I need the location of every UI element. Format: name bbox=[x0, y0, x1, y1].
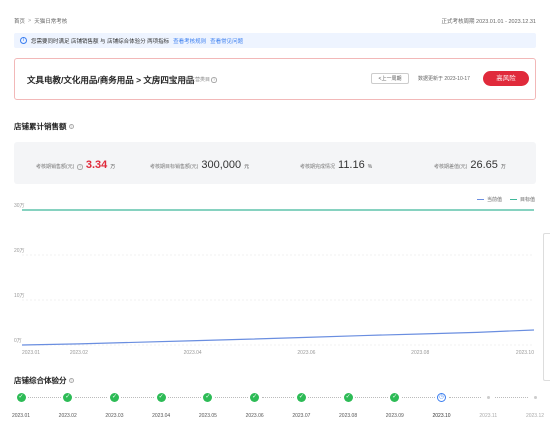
timeline-month-2023.01[interactable]: ✓ 2023.01 bbox=[1, 393, 41, 419]
legend-swatch bbox=[477, 198, 484, 201]
timeline-month-2023.02[interactable]: ✓ 2023.02 bbox=[48, 393, 88, 419]
timeline-month-label: 2023.05 bbox=[198, 413, 217, 419]
check-icon: ✓ bbox=[156, 393, 166, 402]
timeline-month-label: 2023.06 bbox=[245, 413, 264, 419]
category-card: 文具电教/文化用品/商务用品 > 文房四宝用品 考核主营类目 ? <上一周期 数… bbox=[14, 58, 536, 100]
update-time: 数据更新于 2023-10-17 bbox=[418, 76, 470, 82]
x-tick-label: 2023.04 bbox=[184, 350, 202, 356]
breadcrumb-separator: > bbox=[28, 18, 32, 24]
help-icon[interactable]: ? bbox=[77, 164, 83, 170]
pending-dot-icon bbox=[533, 396, 537, 399]
help-icon[interactable]: ? bbox=[68, 123, 74, 130]
y-tick-label: 30万 bbox=[14, 203, 25, 209]
stat-unit: 万 bbox=[500, 164, 506, 170]
y-tick-label: 10万 bbox=[14, 293, 25, 299]
category-path: 文具电教/文化用品/商务用品 > 文房四宝用品 bbox=[27, 75, 195, 85]
pending-dot-icon bbox=[486, 396, 490, 399]
stat-value: 26.65 bbox=[470, 159, 498, 171]
stat-sales: 考核期销售额(元) ? 3.34 万 bbox=[36, 159, 115, 171]
clock-icon: ◷ bbox=[437, 393, 447, 402]
breadcrumb-current: 天猫日常考核 bbox=[34, 19, 68, 25]
notice-text: 您需要同时满足 店铺销售额 与 店铺综合体验分 两项指标 bbox=[31, 38, 170, 45]
timeline-month-2023.12[interactable]: 2023.12 bbox=[515, 393, 550, 419]
timeline-month-label: 2023.01 bbox=[11, 413, 31, 419]
x-tick-label: 2023.01 bbox=[22, 350, 40, 356]
series-line-current bbox=[21, 329, 535, 346]
stat-label: 考核期差值(元) bbox=[434, 164, 468, 170]
top-bar: 首页 > 天猫日常考核 正式考核周期 2023.01.01 - 2023.12.… bbox=[14, 17, 536, 29]
stat-unit: 元 bbox=[244, 164, 250, 170]
timeline-month-label: 2023.07 bbox=[292, 413, 311, 419]
stat-unit: 万 bbox=[110, 164, 116, 170]
check-icon: ✓ bbox=[109, 393, 119, 402]
x-tick-label: 2023.06 bbox=[297, 350, 315, 356]
timeline-month-2023.05[interactable]: ✓ 2023.05 bbox=[188, 393, 228, 419]
timeline-month-2023.09[interactable]: ✓ 2023.09 bbox=[375, 393, 415, 419]
breadcrumb: 首页 > 天猫日常考核 bbox=[14, 17, 67, 25]
timeline-month-2023.06[interactable]: ✓ 2023.06 bbox=[235, 393, 275, 419]
stat-value: 3.34 bbox=[85, 159, 108, 171]
timeline-month-label: 2023.08 bbox=[339, 413, 358, 419]
breadcrumb-home[interactable]: 首页 bbox=[14, 17, 25, 25]
score-section-title: 店铺综合体验分 ? bbox=[14, 375, 74, 386]
timeline-month-label: 2023.10 bbox=[432, 413, 451, 419]
rules-link[interactable]: 查看考核规则 bbox=[173, 37, 206, 45]
faq-link[interactable]: 查看常见问题 bbox=[210, 37, 243, 45]
sales-section-title: 店铺累计销售额 ? bbox=[14, 121, 74, 132]
legend-swatch bbox=[510, 198, 517, 201]
assessment-period: 正式考核周期 2023.01.01 - 2023.12.31 bbox=[441, 19, 536, 25]
check-icon: ✓ bbox=[250, 393, 260, 402]
timeline-month-label: 2023.03 bbox=[105, 413, 124, 419]
check-icon: ✓ bbox=[343, 393, 353, 402]
y-tick-label: 0万 bbox=[14, 338, 22, 344]
sales-stats-panel: 考核期销售额(元) ? 3.34 万 考核期目标销售额(元) 300,000 元… bbox=[14, 142, 536, 184]
x-tick-label: 2023.10 bbox=[516, 350, 534, 356]
timeline-month-label: 2023.02 bbox=[58, 413, 77, 419]
info-icon: i bbox=[20, 37, 27, 44]
check-icon: ✓ bbox=[296, 393, 306, 402]
check-icon: ✓ bbox=[203, 393, 213, 402]
stat-value: 300,000 bbox=[201, 159, 242, 171]
stat-unit: % bbox=[367, 164, 373, 170]
stat-completion: 考核期完成情况 11.16 % bbox=[300, 159, 372, 171]
page: 首页 > 天猫日常考核 正式考核周期 2023.01.01 - 2023.12.… bbox=[0, 0, 550, 431]
timeline-month-2023.07[interactable]: ✓ 2023.07 bbox=[281, 393, 321, 419]
y-tick-label: 20万 bbox=[14, 248, 25, 254]
side-panel-tab[interactable] bbox=[543, 233, 550, 381]
timeline-month-label: 2023.11 bbox=[479, 413, 498, 419]
check-icon: ✓ bbox=[16, 393, 26, 402]
score-title-text: 店铺综合体验分 bbox=[14, 376, 67, 385]
timeline-month-2023.10[interactable]: ◷ 2023.10 bbox=[422, 393, 462, 419]
timeline-month-2023.03[interactable]: ✓ 2023.03 bbox=[94, 393, 134, 419]
check-icon: ✓ bbox=[63, 393, 73, 402]
score-timeline: ✓ 2023.01 ✓ 2023.02 ✓ 2023.03 ✓ 2023.04 ✓ 2023.05… bbox=[12, 393, 544, 429]
stat-label: 考核期完成情况 bbox=[300, 164, 336, 170]
x-tick-label: 2023.02 bbox=[70, 350, 88, 356]
stat-label: 考核期目标销售额(元) bbox=[150, 164, 199, 170]
prev-period-button[interactable]: <上一周期 bbox=[371, 73, 409, 84]
x-tick-label: 2023.08 bbox=[411, 350, 429, 356]
timeline-month-2023.08[interactable]: ✓ 2023.08 bbox=[328, 393, 368, 419]
timeline-month-2023.04[interactable]: ✓ 2023.04 bbox=[141, 393, 181, 419]
stat-target: 考核期目标销售额(元) 300,000 元 bbox=[150, 159, 249, 171]
timeline-month-label: 2023.12 bbox=[525, 413, 545, 419]
stat-label: 考核期销售额(元) bbox=[36, 164, 75, 170]
timeline-month-2023.11[interactable]: 2023.11 bbox=[468, 393, 508, 419]
category-sub: 考核主营类目 ? bbox=[180, 77, 217, 83]
sales-title-text: 店铺累计销售额 bbox=[14, 122, 67, 131]
stat-gap: 考核期差值(元) 26.65 万 bbox=[434, 159, 506, 171]
sales-line-chart: 0万 10万 20万 30万 2023.01 2023.02 2023.04 2023.06 2… bbox=[14, 203, 535, 356]
timeline-month-label: 2023.09 bbox=[385, 413, 404, 419]
stat-value: 11.16 bbox=[338, 159, 365, 171]
notice-bar: i 您需要同时满足 店铺销售额 与 店铺综合体验分 两项指标 查看考核规则 查看… bbox=[14, 33, 536, 48]
check-icon: ✓ bbox=[390, 393, 400, 402]
risk-level-button[interactable]: 高风险 bbox=[483, 71, 529, 86]
help-icon[interactable]: ? bbox=[68, 377, 74, 384]
timeline-month-label: 2023.04 bbox=[152, 413, 171, 419]
help-icon[interactable]: ? bbox=[211, 77, 217, 83]
